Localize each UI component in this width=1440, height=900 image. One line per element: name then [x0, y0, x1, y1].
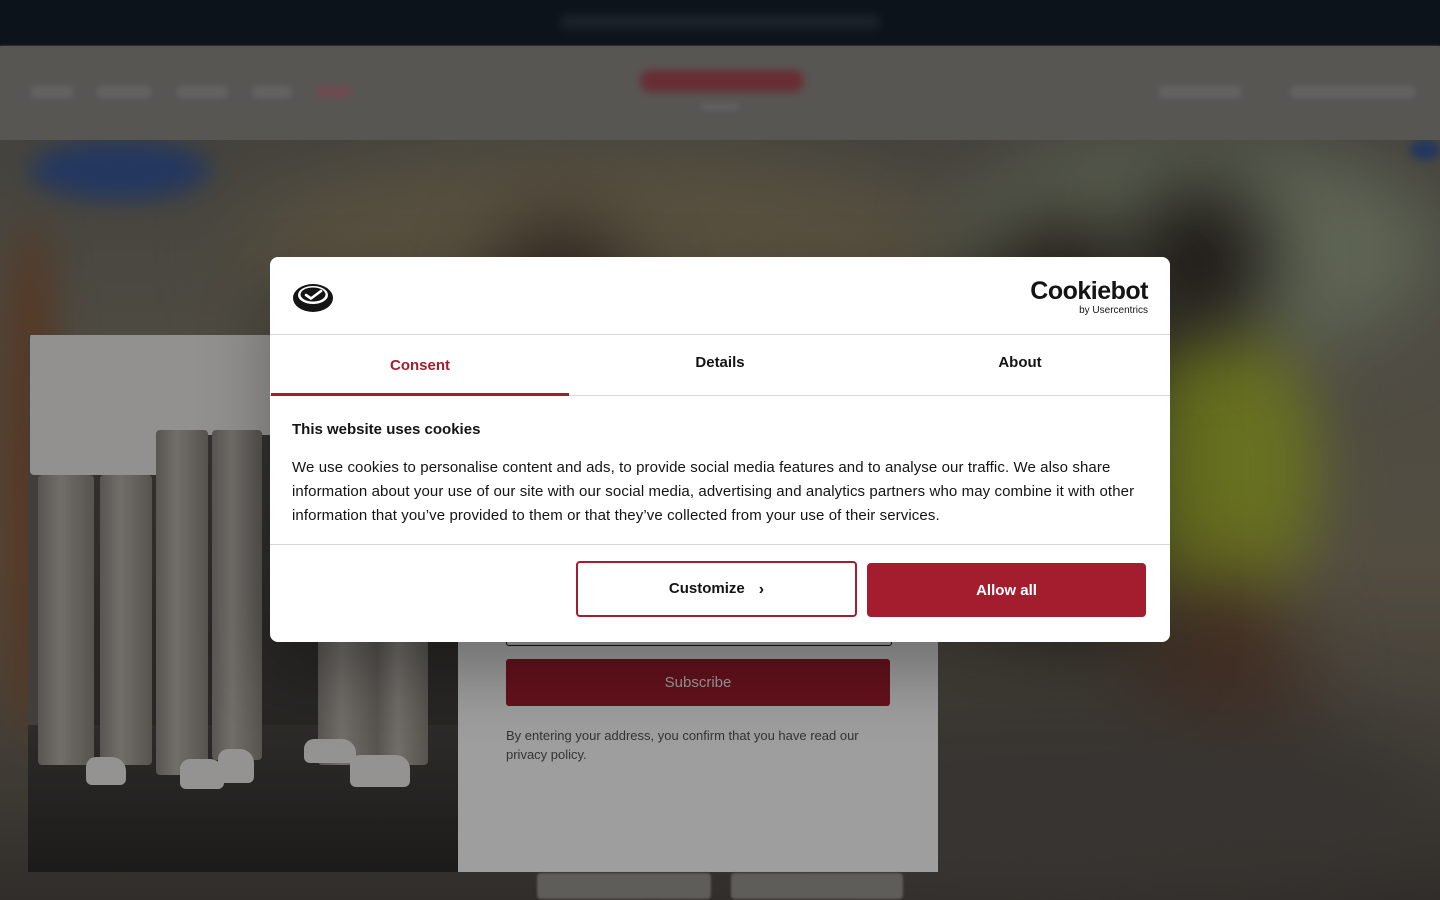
dialog-footer: Customize › Allow all — [270, 544, 1170, 642]
tab-about[interactable]: About — [870, 335, 1170, 395]
dialog-text: We use cookies to personalise content an… — [292, 459, 1135, 524]
allow-all-button[interactable]: Allow all — [867, 563, 1146, 617]
dialog-header: Cookiebot by Usercentrics — [270, 257, 1170, 335]
cookie-consent-dialog: Cookiebot by Usercentrics Consent Detail… — [270, 257, 1170, 642]
chevron-right-icon: › — [758, 581, 765, 598]
dialog-title: This website uses cookies — [292, 421, 481, 438]
cookiebot-brand[interactable]: Cookiebot by Usercentrics — [1030, 278, 1148, 316]
dialog-body: This website uses cookies We use cookies… — [292, 417, 1150, 528]
cookie-logo-icon — [293, 284, 333, 312]
brand-name: Cookiebot — [1030, 277, 1148, 305]
tab-consent[interactable]: Consent — [270, 335, 570, 396]
customize-label: Customize — [668, 580, 745, 597]
customize-button[interactable]: Customize › — [576, 561, 857, 617]
dialog-tabs: Consent Details About — [270, 335, 1170, 396]
tab-details[interactable]: Details — [570, 335, 870, 395]
brand-sub: by Usercentrics — [1079, 305, 1148, 316]
